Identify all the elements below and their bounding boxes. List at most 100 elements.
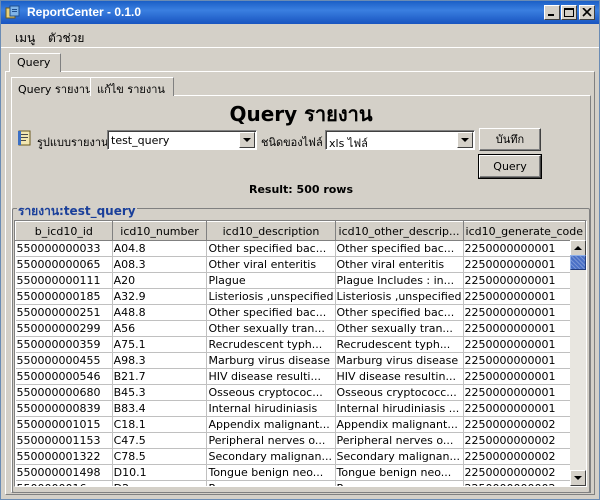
table-cell: 2250000000001 <box>463 368 586 385</box>
close-button[interactable] <box>579 5 595 20</box>
menu-help[interactable]: ตัวช่วย <box>48 29 84 48</box>
table-cell: 2250000000001 <box>463 336 586 353</box>
table-cell: Marburg virus disease <box>206 352 336 369</box>
table-cell: Other sexually tran... <box>206 320 336 337</box>
table-row[interactable]: 550000000455 A98.3 Marburg virus disease Ma… <box>15 352 586 369</box>
table-cell: 2250000000001 <box>463 320 586 337</box>
table-cell: 550000001322 <box>15 448 113 465</box>
table-cell: Recrudescent typh... <box>206 336 336 353</box>
table-cell: HIV disease resulti... <box>206 368 336 385</box>
scroll-down-icon <box>574 476 582 480</box>
table-cell: Osseous cryptococc... <box>335 384 464 401</box>
table-cell: 2250000000002 <box>463 448 586 465</box>
table-row[interactable]: 550000000185 A32.9 Listeriosis ,unspecifie… <box>15 288 586 305</box>
table-cell: 550000001015 <box>15 416 113 433</box>
column-header[interactable]: icd10_other_descrip... <box>334 221 464 241</box>
report-format-dropdown[interactable] <box>239 132 255 148</box>
column-header[interactable]: icd10_number <box>111 221 208 241</box>
table-row[interactable]: 550000001322 C78.5 Secondary malignan... Se… <box>15 448 586 465</box>
page-heading: Query รายงาน <box>229 102 373 126</box>
table-cell: A04.8 <box>112 240 208 257</box>
table-cell: Other specified bac... <box>335 240 464 257</box>
window-title: ReportCenter - 0.1.0 <box>27 5 142 19</box>
table-cell: B21.7 <box>112 368 208 385</box>
table-cell: Secondary malignan... <box>206 448 336 465</box>
table-cell: Other sexually tran... <box>335 320 464 337</box>
table-row[interactable]: 550000000680 B45.3 Osseous cryptococ... Oss… <box>15 384 586 401</box>
table-row[interactable]: 550000000033 A04.8 Other specified bac... O… <box>15 240 586 257</box>
table-row[interactable]: 550000001153 C47.5 Peripheral nerves o... P… <box>15 432 586 449</box>
tab-edit-report[interactable]: แก้ไข รายงาน <box>90 77 174 96</box>
table-cell: A98.3 <box>112 352 208 369</box>
scroll-up-button[interactable] <box>570 240 586 256</box>
table-cell: B83.4 <box>112 400 208 417</box>
column-header[interactable]: b_icd10_id <box>15 221 113 241</box>
tab-query-report[interactable]: Query รายงาน <box>11 77 102 96</box>
table-row[interactable]: 550000001015 C18.1 Appendix malignant... Ap… <box>15 416 586 433</box>
table-cell: 550000000680 <box>15 384 113 401</box>
table-cell: Plague <box>206 272 336 289</box>
table-cell: 2250000000002 <box>463 480 586 486</box>
table-row[interactable]: 550000000251 A48.8 Other specified bac... O… <box>15 304 586 321</box>
table-cell: B45.3 <box>112 384 208 401</box>
table-row[interactable]: 550000000065 A08.3 Other viral enteritis Ot… <box>15 256 586 273</box>
table-cell: 550000001498 <box>15 464 113 481</box>
table-cell: A32.9 <box>112 288 208 305</box>
table-cell: Secondary malignan... <box>335 448 464 465</box>
report-group-title: รายงาน:test_query <box>17 202 137 221</box>
scroll-down-button[interactable] <box>570 470 586 486</box>
menu-bar: เมนู ตัวช่วย <box>1 25 599 48</box>
table-cell: Recrudescent typh... <box>335 336 464 353</box>
table-cell: Internal hirudiniasis <box>206 400 336 417</box>
table-cell: 2250000000002 <box>463 464 586 481</box>
table-cell: Appendix malignant... <box>335 416 464 433</box>
table-cell: 550000000251 <box>15 304 113 321</box>
table-row[interactable]: 550000000111 A20 Plague Plague Includes : i… <box>15 272 586 289</box>
column-header[interactable]: icd10_generate_code <box>462 221 586 241</box>
table-row[interactable]: 550000001498 D10.1 Tongue benign neo... Ton… <box>15 464 586 481</box>
file-type-dropdown[interactable] <box>457 132 473 148</box>
column-header[interactable]: icd10_description <box>206 221 336 241</box>
table-cell: P.............. <box>335 480 464 486</box>
maximize-button[interactable] <box>561 5 577 20</box>
minimize-button[interactable] <box>544 5 560 20</box>
table-row[interactable]: 550000000839 B83.4 Internal hirudiniasis In… <box>15 400 586 417</box>
save-button[interactable]: บันทึก <box>479 128 541 151</box>
table-cell: D10.1 <box>112 464 208 481</box>
table-row[interactable]: 550000000299 A56 Other sexually tran... Oth… <box>15 320 586 337</box>
table-cell: Other specified bac... <box>206 304 336 321</box>
file-type-value: xls ไฟล์ <box>329 137 368 150</box>
close-icon <box>582 8 592 17</box>
table-cell: A48.8 <box>112 304 208 321</box>
table-cell: Peripheral nerves o... <box>206 432 336 449</box>
table-cell: 2250000000001 <box>463 384 586 401</box>
table-cell: Listeriosis ,unspecified <box>335 288 464 305</box>
table-cell: C78.5 <box>112 448 208 465</box>
menu-main[interactable]: เมนู <box>15 29 35 48</box>
maximize-icon <box>564 8 574 17</box>
title-bar[interactable]: ReportCenter - 0.1.0 <box>1 1 599 24</box>
file-type-select[interactable]: xls ไฟล์ <box>325 130 475 150</box>
table-row[interactable]: 5500000016..D2..P..............P........… <box>15 480 586 486</box>
table-cell: 550000000359 <box>15 336 113 353</box>
table-cell: 2250000000001 <box>463 352 586 369</box>
table-cell: 2250000000001 <box>463 272 586 289</box>
table-cell: Osseous cryptococ... <box>206 384 336 401</box>
query-button[interactable]: Query <box>478 154 542 179</box>
table-cell: 550000000065 <box>15 256 113 273</box>
table-cell: 2250000000002 <box>463 416 586 433</box>
table-cell: P.............. <box>206 480 336 486</box>
table-row[interactable]: 550000000546 B21.7 HIV disease resulti... H… <box>15 368 586 385</box>
file-type-label: ชนิดของไฟล์ <box>261 136 323 149</box>
scroll-thumb[interactable] <box>570 255 586 270</box>
report-format-select[interactable]: test_query <box>107 130 257 150</box>
report-format-value: test_query <box>111 134 170 147</box>
table-cell: Other specified bac... <box>335 304 464 321</box>
results-table-container: b_icd10_id icd10_number icd10_description i… <box>14 220 587 487</box>
dropdown-arrow-icon <box>243 138 251 142</box>
table-row[interactable]: 550000000359 A75.1 Recrudescent typh... Rec… <box>15 336 586 353</box>
vertical-scrollbar[interactable] <box>570 240 586 486</box>
table-cell: 550000000033 <box>15 240 113 257</box>
tab-query[interactable]: Query <box>9 53 62 72</box>
minimize-icon <box>548 14 554 16</box>
